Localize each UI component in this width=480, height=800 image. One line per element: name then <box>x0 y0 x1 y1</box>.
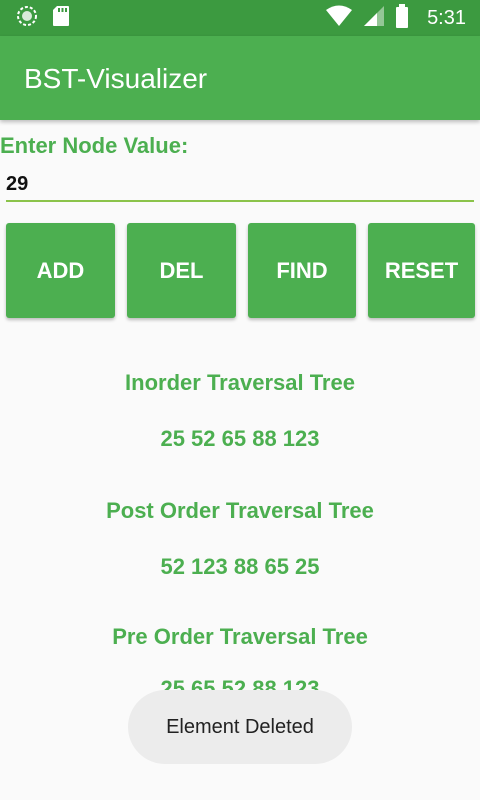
preorder-values-clip: 25 65 52 88 123 <box>0 660 480 690</box>
app-title: BST-Visualizer <box>24 63 208 94</box>
preorder-values: 25 65 52 88 123 <box>160 676 320 690</box>
sd-card-icon <box>52 5 70 32</box>
postorder-values: 52 123 88 65 25 <box>160 554 320 579</box>
status-bar: 5:31 <box>0 0 480 36</box>
status-time: 5:31 <box>427 6 466 29</box>
reset-button[interactable]: RESET <box>368 223 475 318</box>
sync-icon <box>16 5 38 32</box>
toast-message: Element Deleted <box>128 690 352 764</box>
node-value-input[interactable] <box>6 168 474 202</box>
cell-signal-icon <box>363 5 385 32</box>
find-button[interactable]: FIND <box>248 223 356 318</box>
battery-icon <box>395 3 409 33</box>
add-button[interactable]: ADD <box>6 223 115 318</box>
delete-button[interactable]: DEL <box>127 223 236 318</box>
inorder-title: Inorder Traversal Tree <box>125 370 355 395</box>
preorder-title: Pre Order Traversal Tree <box>112 624 368 649</box>
postorder-title: Post Order Traversal Tree <box>106 498 374 523</box>
app-bar: BST-Visualizer <box>0 36 480 120</box>
wifi-icon <box>325 5 353 32</box>
node-value-label: Enter Node Value: <box>0 133 189 158</box>
inorder-values: 25 52 65 88 123 <box>160 426 320 451</box>
